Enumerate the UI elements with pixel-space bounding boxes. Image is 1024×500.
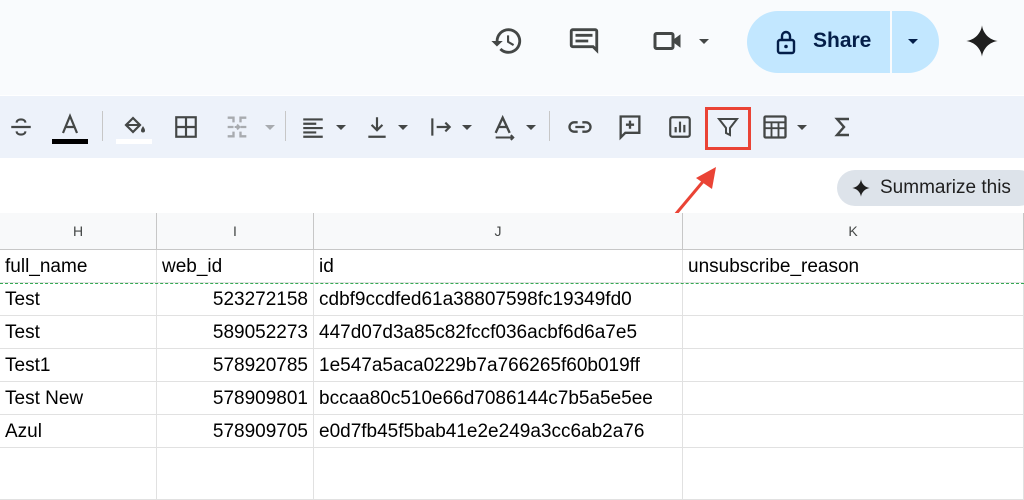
- share-label: Share: [813, 29, 872, 52]
- column-header-j[interactable]: J: [314, 213, 683, 250]
- cell-full-name[interactable]: Test New: [0, 382, 157, 415]
- cell-unsubscribe-reason[interactable]: [683, 415, 1024, 448]
- cell-id[interactable]: 1e547a5aca0229b7a766265f60b019ff: [314, 349, 683, 382]
- summarize-button[interactable]: Summarize this: [837, 170, 1024, 206]
- vertical-align-icon[interactable]: [363, 96, 391, 158]
- text-wrap-dropdown-icon[interactable]: [462, 125, 472, 130]
- fill-color-icon[interactable]: [116, 96, 152, 158]
- cell-id[interactable]: e0d7fb45f5bab41e2e249a3cc6ab2a76: [314, 415, 683, 448]
- comment-icon[interactable]: [565, 22, 603, 60]
- insert-chart-icon[interactable]: [665, 96, 695, 158]
- merge-cells-icon[interactable]: [222, 96, 252, 158]
- cell-full-name[interactable]: Test: [0, 283, 157, 316]
- merge-dropdown-icon[interactable]: [265, 125, 275, 130]
- insert-comment-icon[interactable]: [615, 96, 645, 158]
- cell-id[interactable]: cdbf9ccdfed61a38807598fc19349fd0: [314, 283, 683, 316]
- empty-cell[interactable]: [157, 448, 314, 500]
- lock-icon: [774, 28, 798, 56]
- share-dropdown-button[interactable]: [892, 11, 939, 73]
- formatting-toolbar: [0, 96, 1024, 158]
- filter-views-icon[interactable]: [760, 96, 790, 158]
- cell-web-id[interactable]: 578909705: [157, 415, 314, 448]
- empty-cell[interactable]: [683, 448, 1024, 500]
- text-rotation-icon[interactable]: [490, 96, 520, 158]
- text-rotation-dropdown-icon[interactable]: [526, 125, 536, 130]
- cell-unsubscribe-reason[interactable]: [683, 349, 1024, 382]
- cell-web-id[interactable]: 578909801: [157, 382, 314, 415]
- history-icon[interactable]: [488, 22, 526, 60]
- vertical-align-dropdown-icon[interactable]: [398, 125, 408, 130]
- column-header-k[interactable]: K: [683, 213, 1024, 250]
- cell-header-unsubscribe-reason[interactable]: unsubscribe_reason: [683, 250, 1024, 283]
- cell-id[interactable]: bccaa80c510e66d7086144c7b5a5e5ee: [314, 382, 683, 415]
- cell-header-id[interactable]: id: [314, 250, 683, 283]
- cell-web-id[interactable]: 589052273: [157, 316, 314, 349]
- functions-icon[interactable]: [829, 96, 857, 158]
- toolbar-separator: [549, 111, 550, 141]
- sparkle-icon: [851, 178, 871, 198]
- video-call-icon[interactable]: [648, 22, 686, 60]
- video-call-dropdown-icon[interactable]: [699, 39, 709, 44]
- column-header-i[interactable]: I: [157, 213, 314, 250]
- toolbar-separator: [102, 111, 103, 141]
- filter-highlight-box: [705, 107, 751, 150]
- cell-id[interactable]: 447d07d3a85c82fccf036acbf6d6a7e5: [314, 316, 683, 349]
- horizontal-align-dropdown-icon[interactable]: [336, 125, 346, 130]
- strikethrough-icon[interactable]: [6, 96, 36, 158]
- cell-full-name[interactable]: Test1: [0, 349, 157, 382]
- text-wrap-icon[interactable]: [426, 96, 456, 158]
- column-header-h[interactable]: H: [0, 213, 157, 250]
- share-button[interactable]: Share: [747, 11, 890, 73]
- cell-web-id[interactable]: 578920785: [157, 349, 314, 382]
- empty-cell[interactable]: [0, 448, 157, 500]
- share-button-group: Share: [747, 11, 939, 73]
- text-color-icon[interactable]: [52, 96, 88, 158]
- toolbar-separator: [285, 111, 286, 141]
- cell-web-id[interactable]: 523272158: [157, 283, 314, 316]
- cell-header-web-id[interactable]: web_id: [157, 250, 314, 283]
- summarize-label: Summarize this: [880, 177, 1011, 198]
- borders-icon[interactable]: [172, 96, 200, 158]
- cell-full-name[interactable]: Test: [0, 316, 157, 349]
- cell-full-name[interactable]: Azul: [0, 415, 157, 448]
- cell-unsubscribe-reason[interactable]: [683, 283, 1024, 316]
- frozen-row-divider: [0, 283, 1024, 284]
- app-header: Share: [0, 0, 1024, 95]
- filter-views-dropdown-icon[interactable]: [797, 125, 807, 130]
- empty-cell[interactable]: [314, 448, 683, 500]
- gemini-sparkle-icon[interactable]: [963, 22, 1001, 60]
- share-dropdown-icon: [908, 39, 918, 44]
- cell-unsubscribe-reason[interactable]: [683, 382, 1024, 415]
- cell-unsubscribe-reason[interactable]: [683, 316, 1024, 349]
- insert-link-icon[interactable]: [565, 96, 595, 158]
- horizontal-align-icon[interactable]: [298, 96, 328, 158]
- cell-header-full-name[interactable]: full_name: [0, 250, 157, 283]
